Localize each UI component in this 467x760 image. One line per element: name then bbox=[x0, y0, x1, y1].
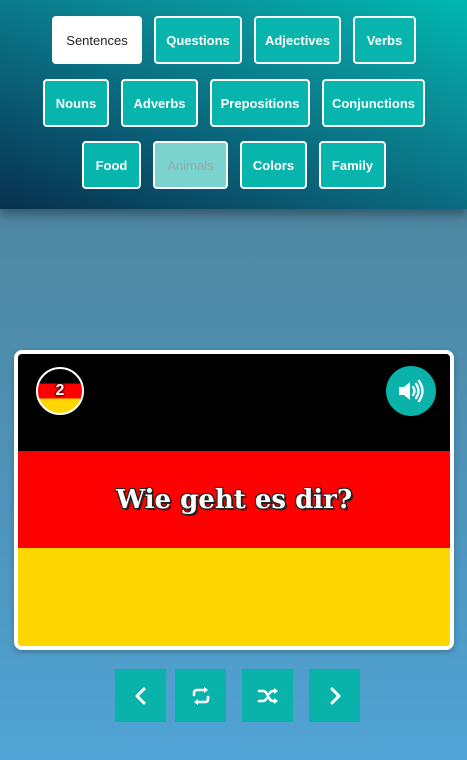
speaker-icon bbox=[399, 379, 424, 403]
category-button-conjunctions[interactable]: Conjunctions bbox=[322, 79, 425, 127]
previous-button[interactable] bbox=[115, 669, 166, 722]
category-button-adjectives[interactable]: Adjectives bbox=[254, 16, 341, 64]
germany-flag-icon: 2 bbox=[36, 367, 84, 415]
repeat-icon bbox=[192, 686, 209, 705]
category-button-questions[interactable]: Questions bbox=[154, 16, 242, 64]
category-button-food[interactable]: Food bbox=[82, 141, 141, 189]
speaker-button[interactable] bbox=[386, 366, 436, 416]
card-number: 2 bbox=[55, 382, 65, 399]
repeat-button[interactable] bbox=[175, 669, 226, 722]
shuffle-button[interactable] bbox=[242, 669, 293, 722]
category-button-verbs[interactable]: Verbs bbox=[353, 16, 416, 64]
category-button-family[interactable]: Family bbox=[319, 141, 386, 189]
category-button-animals: Animals bbox=[153, 141, 228, 189]
category-button-sentences[interactable]: Sentences bbox=[52, 16, 142, 64]
category-button-prepositions[interactable]: Prepositions bbox=[210, 79, 310, 127]
category-button-adverbs[interactable]: Adverbs bbox=[121, 79, 198, 127]
next-button[interactable] bbox=[309, 669, 360, 722]
card-phrase: Wie geht es dir? bbox=[115, 484, 353, 515]
category-button-nouns[interactable]: Nouns bbox=[43, 79, 109, 127]
flashcard[interactable]: 2 Wie geht es dir? bbox=[14, 350, 454, 650]
shuffle-icon bbox=[257, 687, 278, 704]
category-button-colors[interactable]: Colors bbox=[240, 141, 307, 189]
flag-stripe-black bbox=[18, 354, 450, 451]
chevron-left-icon bbox=[135, 687, 145, 704]
category-header: Sentences Questions Adjectives Verbs Nou… bbox=[0, 0, 467, 209]
chevron-right-icon bbox=[330, 687, 340, 704]
flag-stripe-gold bbox=[18, 548, 450, 646]
